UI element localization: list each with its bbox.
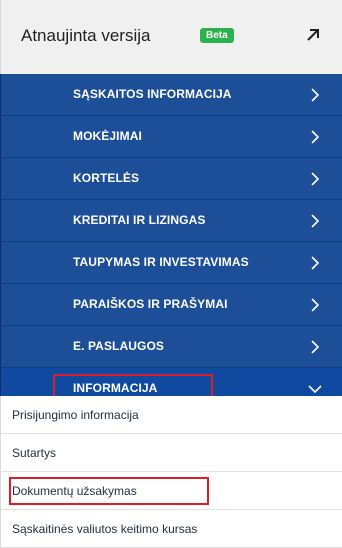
submenu-item-label: Prisijungimo informacija <box>12 408 139 422</box>
submenu-item-label: Dokumentų užsakymas <box>12 484 137 498</box>
menu-item-paraiskos-ir-prasymai[interactable]: PARAIŠKOS IR PRAŠYMAI <box>0 284 342 326</box>
menu-item-label: SĄSKAITOS INFORMACIJA <box>73 87 232 101</box>
chevron-right-icon <box>307 87 323 103</box>
submenu-item-sutartys[interactable]: Sutartys <box>0 434 342 472</box>
menu-item-label: INFORMACIJA <box>73 381 158 395</box>
submenu-item-label: Sutartys <box>12 446 57 460</box>
submenu-item-dokumentu-uzsakymas[interactable]: Dokumentų užsakymas <box>0 472 342 510</box>
chevron-right-icon <box>307 129 323 145</box>
menu-item-e-paslaugos[interactable]: E. PASLAUGOS <box>0 326 342 368</box>
informacija-submenu: Prisijungimo informacija Sutartys Dokume… <box>0 396 342 548</box>
menu-item-korteles[interactable]: KORTELĖS <box>0 158 342 200</box>
main-menu: SĄSKAITOS INFORMACIJA MOKĖJIMAI KORTELĖS… <box>0 74 342 410</box>
submenu-item-saskaitines-valiutos-keitimo-kursas[interactable]: Sąskaitinės valiutos keitimo kursas <box>0 510 342 548</box>
header-bar: Atnaujinta versija Beta <box>0 0 342 74</box>
submenu-item-prisijungimo-informacija[interactable]: Prisijungimo informacija <box>0 396 342 434</box>
chevron-right-icon <box>307 213 323 229</box>
menu-item-label: MOKĖJIMAI <box>73 129 142 143</box>
chevron-right-icon <box>307 339 323 355</box>
submenu-item-label: Sąskaitinės valiutos keitimo kursas <box>12 522 198 536</box>
chevron-right-icon <box>307 171 323 187</box>
menu-item-label: E. PASLAUGOS <box>73 339 164 353</box>
arrow-up-right-icon[interactable] <box>302 24 324 46</box>
menu-item-mokejimai[interactable]: MOKĖJIMAI <box>0 116 342 158</box>
menu-item-label: PARAIŠKOS IR PRAŠYMAI <box>73 297 228 311</box>
header-title: Atnaujinta versija <box>21 26 151 45</box>
menu-item-label: KORTELĖS <box>73 171 140 185</box>
chevron-down-icon <box>307 381 323 397</box>
menu-item-kreditai-ir-lizingas[interactable]: KREDITAI IR LIZINGAS <box>0 200 342 242</box>
navigation-panel: Atnaujinta versija Beta SĄSKAITOS INFORM… <box>0 0 342 548</box>
menu-item-saskaitos-informacija[interactable]: SĄSKAITOS INFORMACIJA <box>0 74 342 116</box>
chevron-right-icon <box>307 255 323 271</box>
menu-item-label: KREDITAI IR LIZINGAS <box>73 213 206 227</box>
menu-item-taupymas-ir-investavimas[interactable]: TAUPYMAS IR INVESTAVIMAS <box>0 242 342 284</box>
chevron-right-icon <box>307 297 323 313</box>
beta-badge: Beta <box>200 28 234 43</box>
menu-item-label: TAUPYMAS IR INVESTAVIMAS <box>73 255 249 269</box>
